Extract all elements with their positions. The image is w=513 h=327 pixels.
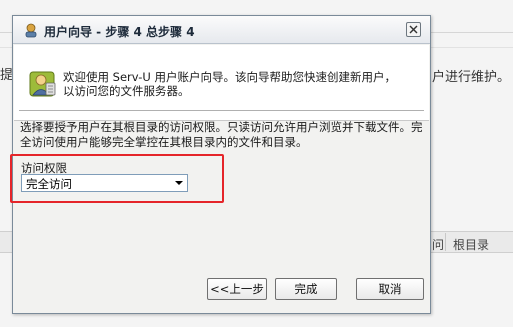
dialog-titlebar[interactable]: 用户向导 - 步骤 4 总步骤 4: [13, 16, 430, 44]
background-column-header-root-dir[interactable]: 根目录: [453, 236, 489, 253]
close-icon[interactable]: [406, 22, 421, 37]
background-text-left: 提: [0, 68, 12, 83]
user-wizard-icon: [28, 69, 58, 99]
access-permission-value: 完全访问: [26, 177, 72, 191]
intro-text: 欢迎使用 Serv-U 用户账户向导。该向导帮助您快速创建新用户，以访问您的文件…: [63, 70, 396, 98]
separator: [19, 110, 424, 112]
access-permission-select[interactable]: 完全访问: [21, 174, 188, 192]
finish-button[interactable]: 完成: [275, 278, 337, 300]
back-button[interactable]: <<上一步: [207, 278, 267, 300]
access-description: 选择要授予用户在其根目录的访问权限。只读访问允许用户浏览并下载文件。完全访问使用…: [20, 120, 423, 149]
dialog-title: 用户向导 - 步骤 4 总步骤 4: [44, 25, 195, 39]
dropdown-arrow-icon[interactable]: [175, 181, 183, 185]
cancel-button[interactable]: 取消: [356, 278, 424, 300]
background-column-header[interactable]: 问: [432, 236, 444, 253]
background-text-right: 户进行维护。: [432, 70, 511, 85]
user-wizard-dialog: 用户向导 - 步骤 4 总步骤 4 欢迎使用 Serv-U 用户账户向导。该向导…: [10, 15, 431, 314]
wizard-app-icon: [23, 22, 39, 38]
background-column-separator: [445, 233, 446, 251]
